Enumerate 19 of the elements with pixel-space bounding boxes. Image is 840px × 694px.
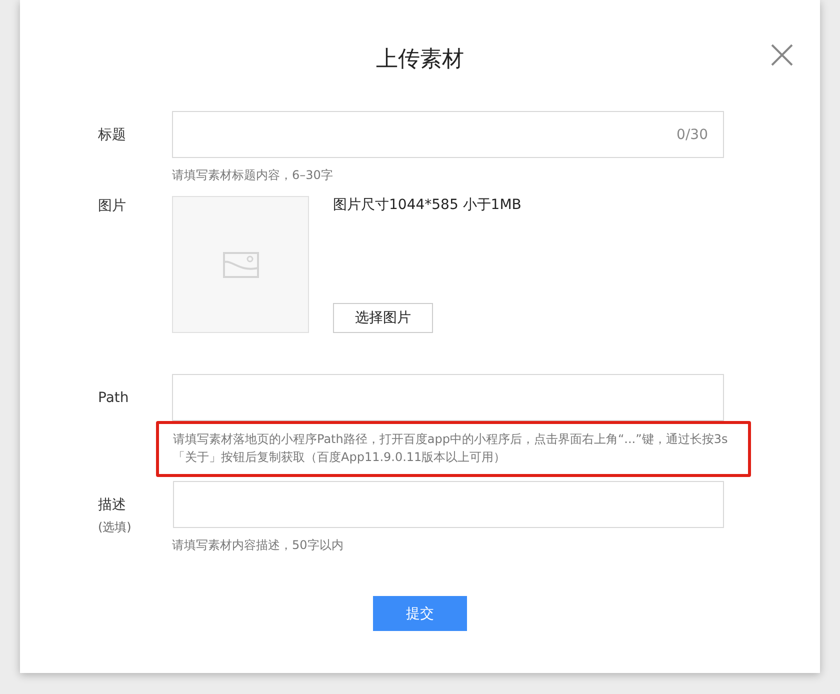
image-icon bbox=[222, 252, 258, 278]
dialog-title: 上传素材 bbox=[376, 46, 464, 74]
input-field[interactable] bbox=[172, 374, 724, 421]
hint-text: 请填写素材标题内容，6–30字 bbox=[172, 167, 334, 184]
field-label: Path bbox=[98, 389, 129, 408]
size-note: 图片尺寸1044*585 小于1MB bbox=[333, 196, 522, 214]
char-counter: 0/30 bbox=[676, 126, 708, 142]
input-field[interactable]: 0/30 bbox=[172, 111, 724, 158]
field-label: 描述 bbox=[98, 496, 126, 515]
hint-text: 请填写素材内容描述，50字以内 bbox=[172, 537, 344, 554]
image-placeholder[interactable] bbox=[172, 196, 309, 333]
input-field[interactable] bbox=[173, 481, 724, 528]
field-label: 标题 bbox=[98, 126, 126, 145]
submit-button[interactable]: 提交 bbox=[373, 596, 467, 631]
choose-image-button[interactable]: 选择图片 bbox=[333, 303, 433, 333]
optional-label: (选填) bbox=[98, 519, 132, 536]
close-icon[interactable] bbox=[770, 43, 794, 67]
hint-text: 请填写素材落地页的小程序Path路径，打开百度app中的小程序后，点击界面右上角“...”键，通过长按3s「关于」按钮后复制获取（百度App11.9.0.11版本以上可用） bbox=[173, 431, 729, 466]
field-label: 图片 bbox=[98, 197, 126, 216]
